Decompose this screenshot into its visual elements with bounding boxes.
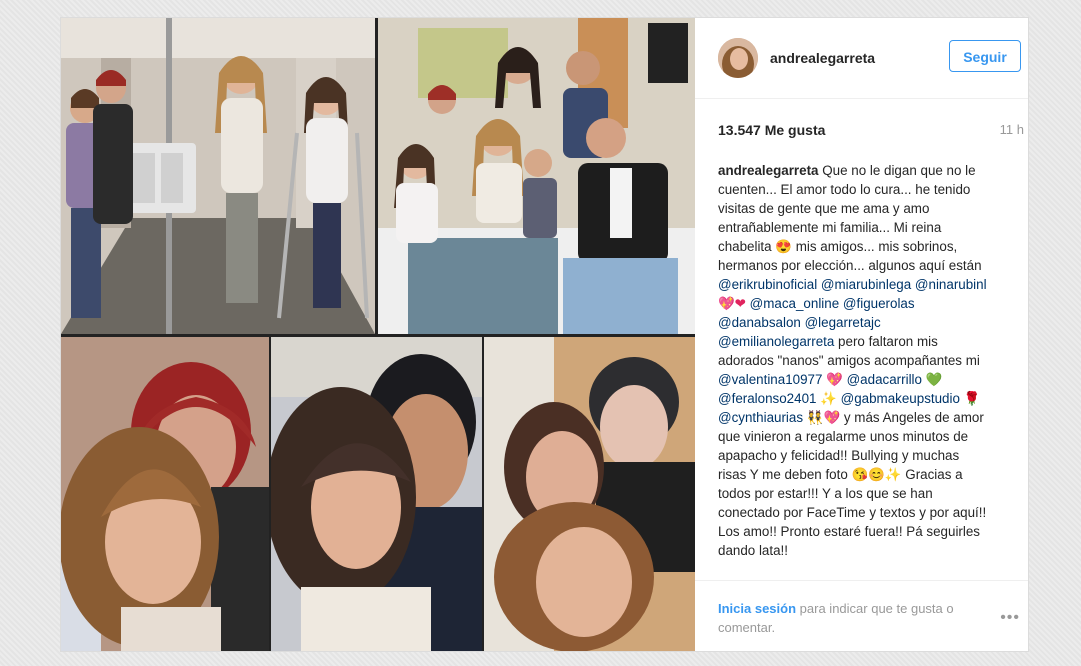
post-header: andrealegarreta Seguir bbox=[695, 18, 1028, 99]
mention-link[interactable]: @figuerolas bbox=[843, 296, 915, 311]
mention-link[interactable]: @erikrubinoficial bbox=[718, 277, 817, 292]
photo-hospital-room-group bbox=[378, 18, 695, 334]
emoji-heart: 💖 bbox=[826, 372, 843, 387]
mention-link[interactable]: @legarretajc bbox=[805, 315, 881, 330]
more-options-icon[interactable]: ••• bbox=[1000, 609, 1020, 627]
emoji-dancers-heart: 👯💖 bbox=[806, 410, 841, 425]
mention-link[interactable]: @maca_online bbox=[750, 296, 840, 311]
mention-link[interactable]: @valentina10977 bbox=[718, 372, 822, 387]
mention-link[interactable]: @cynthiaurias bbox=[718, 410, 803, 425]
post-side-panel: andrealegarreta Seguir 13.547 Me gusta 1… bbox=[695, 18, 1028, 651]
post-caption: andrealegarreta Que no le digan que no l… bbox=[718, 161, 988, 581]
instagram-post: andrealegarreta Seguir 13.547 Me gusta 1… bbox=[61, 18, 1028, 651]
mention-link[interactable]: @emilianolegarreta bbox=[718, 334, 834, 349]
post-username[interactable]: andrealegarreta bbox=[770, 50, 875, 66]
photo-hallway-group bbox=[61, 18, 375, 334]
mention-link[interactable]: @danabsalon bbox=[718, 315, 801, 330]
login-prompt: Inicia sesión para indicar que te gusta … bbox=[718, 599, 968, 637]
avatar[interactable] bbox=[718, 38, 758, 78]
emoji-hearts: 💖❤ bbox=[718, 296, 746, 311]
photo-selfie-3 bbox=[484, 337, 695, 651]
likes-count[interactable]: 13.547 Me gusta bbox=[718, 122, 825, 138]
photo-selfie-2 bbox=[271, 337, 482, 651]
post-timestamp: 11 h bbox=[999, 122, 1024, 137]
photo-selfie-1 bbox=[61, 337, 269, 651]
emoji-sparkles: ✨ bbox=[820, 391, 837, 406]
emoji-green-heart: 💚 bbox=[925, 372, 943, 387]
emoji-kiss-smile: 😘😊✨ bbox=[851, 467, 902, 482]
mention-link[interactable]: @gabmakeupstudio bbox=[841, 391, 960, 406]
post-footer: Inicia sesión para indicar que te gusta … bbox=[695, 580, 1028, 652]
mention-link[interactable]: @miarubinlega bbox=[821, 277, 911, 292]
mention-link[interactable]: @feralonso2401 bbox=[718, 391, 816, 406]
emoji-rose: 🌹 bbox=[963, 391, 981, 406]
emoji-smile-hearts: 😍 bbox=[775, 239, 793, 254]
login-link[interactable]: Inicia sesión bbox=[718, 601, 796, 616]
post-photo-collage bbox=[61, 18, 695, 651]
mention-link[interactable]: @ninarubinl bbox=[915, 277, 987, 292]
follow-button[interactable]: Seguir bbox=[949, 40, 1021, 72]
mention-link[interactable]: @adacarrillo bbox=[847, 372, 922, 387]
caption-author[interactable]: andrealegarreta bbox=[718, 163, 818, 178]
